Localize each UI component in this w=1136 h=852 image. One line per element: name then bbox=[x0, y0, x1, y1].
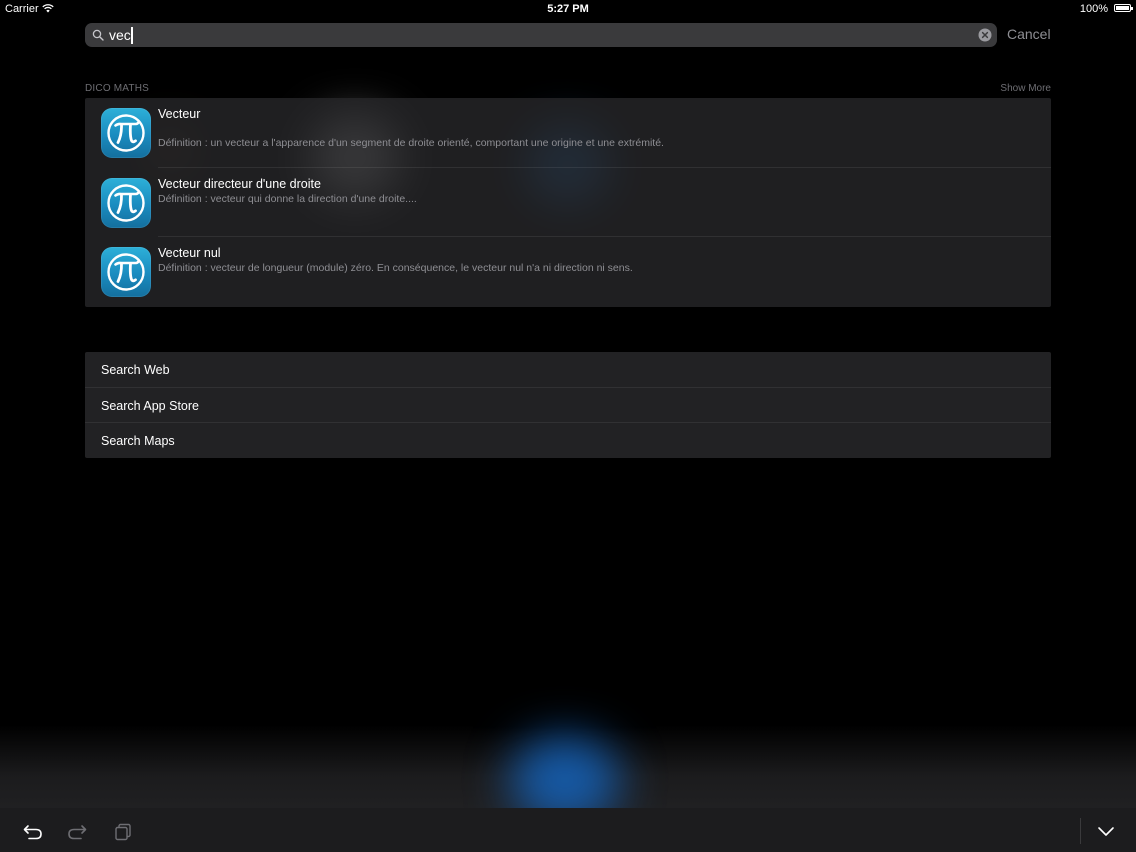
search-web-option[interactable]: Search Web bbox=[85, 352, 1051, 387]
text-cursor bbox=[131, 27, 133, 44]
results-list: Vecteur Définition : un vecteur a l'appa… bbox=[85, 98, 1051, 307]
dock-background bbox=[0, 725, 1136, 810]
search-input[interactable] bbox=[109, 23, 959, 47]
paste-icon[interactable] bbox=[114, 823, 132, 841]
search-icon bbox=[92, 29, 104, 41]
pi-icon bbox=[101, 247, 151, 297]
pi-icon bbox=[101, 178, 151, 228]
option-label: Search Web bbox=[101, 363, 170, 377]
toolbar-divider bbox=[1080, 818, 1081, 844]
section-title: DICO MATHS bbox=[85, 83, 150, 94]
option-label: Search Maps bbox=[101, 434, 175, 448]
status-bar: Carrier 5:27 PM 100% bbox=[0, 0, 1136, 18]
result-title: Vecteur bbox=[158, 107, 201, 121]
result-title: Vecteur nul bbox=[158, 246, 221, 260]
search-options-list: Search Web Search App Store Search Maps bbox=[85, 352, 1051, 458]
result-description: Définition : vecteur de longueur (module… bbox=[158, 262, 633, 274]
result-description: Définition : vecteur qui donne la direct… bbox=[158, 193, 417, 205]
option-label: Search App Store bbox=[101, 399, 199, 413]
result-row[interactable]: Vecteur Définition : un vecteur a l'appa… bbox=[85, 98, 1051, 167]
spotlight-search-screen: Carrier 5:27 PM 100% Cancel DICO MATHS S… bbox=[0, 0, 1136, 852]
search-maps-option[interactable]: Search Maps bbox=[85, 423, 1051, 458]
redo-icon[interactable] bbox=[67, 823, 87, 840]
search-field[interactable] bbox=[85, 23, 997, 47]
pi-icon bbox=[101, 108, 151, 158]
search-app-store-option[interactable]: Search App Store bbox=[85, 388, 1051, 423]
undo-icon[interactable] bbox=[23, 823, 43, 840]
battery-percentage: 100% bbox=[1079, 3, 1108, 15]
keyboard-shortcut-bar bbox=[0, 808, 1136, 852]
cancel-button[interactable]: Cancel bbox=[1007, 26, 1051, 42]
clear-icon[interactable] bbox=[978, 28, 992, 42]
clock: 5:27 PM bbox=[547, 3, 589, 15]
dismiss-keyboard-icon[interactable] bbox=[1097, 825, 1115, 837]
show-more-button[interactable]: Show More bbox=[1000, 83, 1051, 94]
result-description: Définition : un vecteur a l'apparence d'… bbox=[158, 137, 664, 149]
battery-icon bbox=[1114, 4, 1133, 12]
result-row[interactable]: Vecteur directeur d'une droite Définitio… bbox=[85, 168, 1051, 237]
result-title: Vecteur directeur d'une droite bbox=[158, 177, 321, 191]
result-row[interactable]: Vecteur nul Définition : vecteur de long… bbox=[85, 237, 1051, 306]
